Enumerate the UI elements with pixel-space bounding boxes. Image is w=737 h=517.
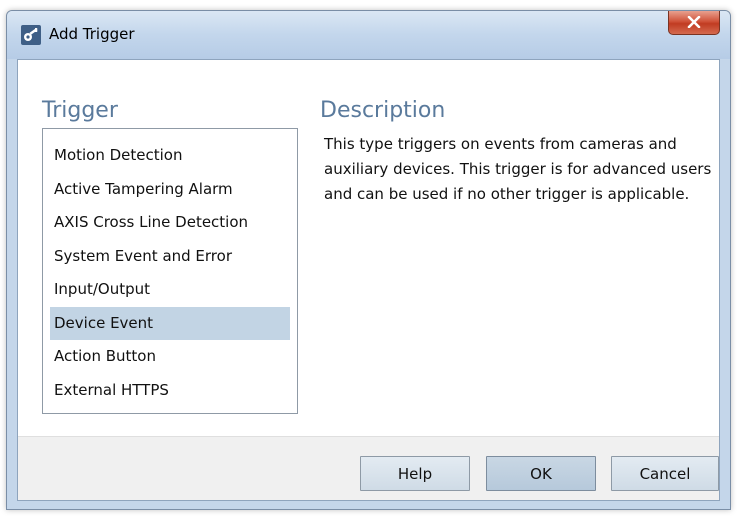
list-item-active-tampering-alarm[interactable]: Active Tampering Alarm [50,173,290,207]
dialog-title: Add Trigger [49,25,135,43]
list-item-system-event-and-error[interactable]: System Event and Error [50,240,290,274]
screen: Add Trigger Trigger Description Motion D… [0,0,737,517]
trigger-list[interactable]: Motion Detection Active Tampering Alarm … [42,128,298,414]
close-icon [687,13,701,32]
list-item-axis-cross-line-detection[interactable]: AXIS Cross Line Detection [50,206,290,240]
list-item-input-output[interactable]: Input/Output [50,273,290,307]
description-text: This type triggers on events from camera… [324,135,712,203]
list-item-action-button[interactable]: Action Button [50,340,290,374]
list-item-motion-detection[interactable]: Motion Detection [50,139,290,173]
cancel-button[interactable]: Cancel [611,456,719,491]
list-item-device-event[interactable]: Device Event [50,306,290,340]
help-button[interactable]: Help [360,456,470,491]
button-bar: Help OK Cancel [18,436,719,500]
description-heading: Description [320,98,446,123]
close-button[interactable] [668,11,720,35]
list-item-external-https[interactable]: External HTTPS [50,374,290,408]
trigger-key-icon [21,25,41,45]
trigger-heading: Trigger [42,98,118,123]
content-area: Trigger Description Motion Detection Act… [18,60,719,436]
add-trigger-dialog: Add Trigger Trigger Description Motion D… [6,10,731,510]
ok-button[interactable]: OK [486,456,596,491]
dialog-body: Trigger Description Motion Detection Act… [17,59,720,501]
title-bar[interactable]: Add Trigger [7,11,730,59]
